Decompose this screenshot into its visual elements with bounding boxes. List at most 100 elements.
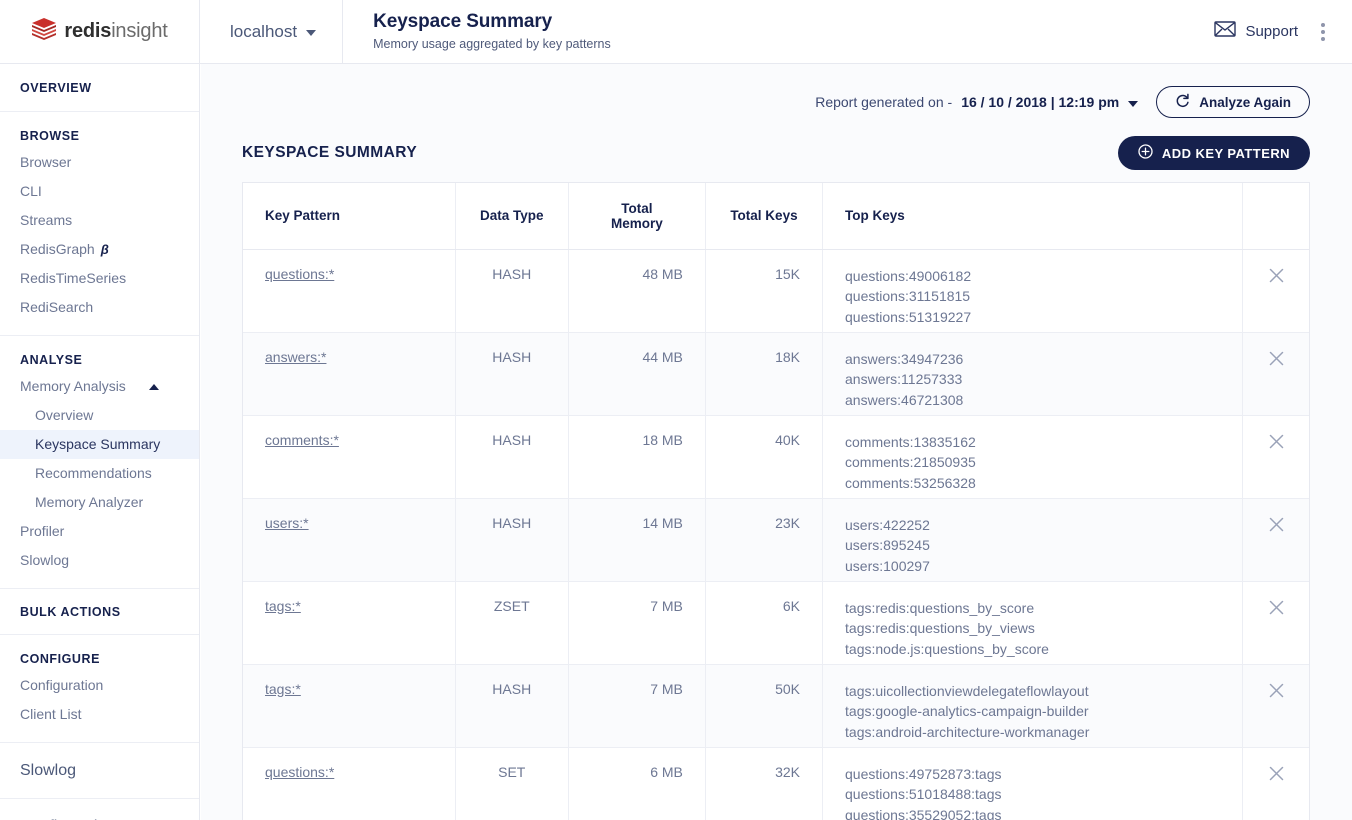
sidebar-item-redisearch[interactable]: RediSearch xyxy=(0,293,199,322)
cell-total-keys: 40K xyxy=(705,415,822,498)
column-header-key-pattern[interactable]: Key Pattern xyxy=(243,183,455,249)
more-vertical-icon[interactable] xyxy=(1312,20,1334,44)
add-key-pattern-label: ADD KEY PATTERN xyxy=(1162,146,1290,161)
cell-key-pattern: tags:* xyxy=(243,581,455,664)
sidebar-item-streams[interactable]: Streams xyxy=(0,206,199,235)
add-key-pattern-button[interactable]: ADD KEY PATTERN xyxy=(1118,136,1310,170)
sidebar-item-memory-analyzer[interactable]: Memory Analyzer xyxy=(0,488,199,517)
brand-light: insight xyxy=(111,20,167,42)
report-date-selector[interactable]: Report generated on - 16 / 10 / 2018 | 1… xyxy=(815,94,1138,110)
brand-cell: redisinsight xyxy=(0,0,200,63)
sidebar-item-label: Profiler xyxy=(20,522,64,541)
sidebar-heading-browse: BROWSE xyxy=(0,126,199,146)
cell-key-pattern: questions:* xyxy=(243,249,455,332)
sidebar-heading-overview[interactable]: OVERVIEW xyxy=(0,78,199,98)
brand-text: redisinsight xyxy=(64,20,167,43)
cell-total-keys: 50K xyxy=(705,664,822,747)
column-header-total-memory[interactable]: Total Memory xyxy=(568,183,705,249)
sidebar-item-recommendations[interactable]: Recommendations xyxy=(0,459,199,488)
close-icon[interactable] xyxy=(1267,432,1286,454)
table-row[interactable]: users:* HASH 14 MB 23K users:422252 user… xyxy=(243,498,1309,581)
table-row[interactable]: tags:* ZSET 7 MB 6K tags:redis:questions… xyxy=(243,581,1309,664)
sidebar-group-configure: CONFIGURE Configuration Client List xyxy=(0,635,199,743)
sidebar-group-bulk-actions: BULK ACTIONS xyxy=(0,589,199,635)
sidebar-item-overview[interactable]: Overview xyxy=(0,401,199,430)
table-row[interactable]: tags:* HASH 7 MB 50K tags:uicollectionvi… xyxy=(243,664,1309,747)
cell-data-type: HASH xyxy=(455,664,568,747)
support-button[interactable]: Support xyxy=(1214,21,1298,42)
sidebar-item-browser[interactable]: Browser xyxy=(0,148,199,177)
cell-total-keys: 18K xyxy=(705,332,822,415)
close-icon[interactable] xyxy=(1267,681,1286,703)
column-header-total-keys[interactable]: Total Keys xyxy=(705,183,822,249)
cell-data-type: HASH xyxy=(455,332,568,415)
table-row[interactable]: questions:* HASH 48 MB 15K questions:490… xyxy=(243,249,1309,332)
table-body: questions:* HASH 48 MB 15K questions:490… xyxy=(243,249,1309,820)
sidebar-item-cli[interactable]: CLI xyxy=(0,177,199,206)
cell-top-keys: answers:34947236 answers:11257333 answer… xyxy=(823,332,1243,415)
column-header-data-type[interactable]: Data Type xyxy=(455,183,568,249)
report-toolbar: Report generated on - 16 / 10 / 2018 | 1… xyxy=(201,64,1352,122)
key-pattern-link[interactable]: answers:* xyxy=(265,349,326,365)
cell-total-keys: 6K xyxy=(705,581,822,664)
sidebar-group-analyse: ANALYSE Memory Analysis Overview Keyspac… xyxy=(0,336,199,589)
column-header-top-keys[interactable]: Top Keys xyxy=(823,183,1243,249)
key-pattern-link[interactable]: users:* xyxy=(265,515,309,531)
sidebar-item-profiler[interactable]: Profiler xyxy=(0,517,199,546)
column-header-delete xyxy=(1243,183,1309,249)
key-pattern-link[interactable]: questions:* xyxy=(265,266,334,282)
sidebar-group-browse: BROWSE Browser CLI Streams RedisGraphβ R… xyxy=(0,112,199,336)
close-icon[interactable] xyxy=(1267,349,1286,371)
cell-data-type: HASH xyxy=(455,249,568,332)
analyze-again-button[interactable]: Analyze Again xyxy=(1156,86,1310,118)
sidebar-item-keyspace-summary[interactable]: Keyspace Summary xyxy=(0,430,199,459)
redis-logo-icon xyxy=(31,17,57,46)
sidebar-item-configuration[interactable]: Configuration xyxy=(0,671,199,700)
support-label: Support xyxy=(1245,23,1298,40)
cell-total-keys: 32K xyxy=(705,747,822,820)
cell-delete xyxy=(1243,498,1309,581)
cell-total-memory: 7 MB xyxy=(568,664,705,747)
sidebar-item-slowlog[interactable]: Slowlog xyxy=(0,546,199,575)
cell-key-pattern: users:* xyxy=(243,498,455,581)
table-row[interactable]: answers:* HASH 44 MB 18K answers:3494723… xyxy=(243,332,1309,415)
sidebar-item-label: Recommendations xyxy=(35,464,152,483)
sidebar-footer-item-slowlog[interactable]: Slowlog xyxy=(0,761,199,781)
close-icon[interactable] xyxy=(1267,266,1286,288)
sidebar-item-redisgraph[interactable]: RedisGraphβ xyxy=(0,235,199,264)
sidebar-item-label: Slowlog xyxy=(20,551,69,570)
cell-delete xyxy=(1243,664,1309,747)
sidebar-item-redistimeseries[interactable]: RedisTimeSeries xyxy=(0,264,199,293)
key-pattern-link[interactable]: tags:* xyxy=(265,598,301,614)
sidebar-item-client-list[interactable]: Client List xyxy=(0,700,199,729)
sidebar-item-label: Streams xyxy=(20,211,72,230)
brand-bold: redis xyxy=(64,20,111,42)
sidebar-footer-slowlog: Slowlog xyxy=(0,743,199,799)
cell-key-pattern: tags:* xyxy=(243,664,455,747)
key-pattern-link[interactable]: tags:* xyxy=(265,681,301,697)
sidebar-heading-configure: CONFIGURE xyxy=(0,649,199,669)
sidebar-item-label: Client List xyxy=(20,705,81,724)
envelope-icon xyxy=(1214,21,1236,42)
table-row[interactable]: questions:* SET 6 MB 32K questions:49752… xyxy=(243,747,1309,820)
chevron-down-icon xyxy=(1128,101,1138,107)
sidebar-heading-bulk-actions[interactable]: BULK ACTIONS xyxy=(0,602,199,622)
close-icon[interactable] xyxy=(1267,764,1286,786)
beta-badge: β xyxy=(101,240,109,259)
key-pattern-link[interactable]: questions:* xyxy=(265,764,334,780)
top-right-actions: Support xyxy=(1214,0,1352,63)
host-selector[interactable]: localhost xyxy=(200,0,343,63)
cell-total-keys: 15K xyxy=(705,249,822,332)
cell-key-pattern: answers:* xyxy=(243,332,455,415)
close-icon[interactable] xyxy=(1267,515,1286,537)
keyspace-table: Key Pattern Data Type Total Memory Total… xyxy=(243,183,1309,820)
close-icon[interactable] xyxy=(1267,598,1286,620)
sidebar-item-memory-analysis[interactable]: Memory Analysis xyxy=(0,372,199,401)
top-bar: redisinsight localhost Keyspace Summary … xyxy=(0,0,1352,64)
sidebar-item-label: Memory Analysis xyxy=(20,377,126,396)
cell-delete xyxy=(1243,249,1309,332)
chevron-up-icon xyxy=(149,384,159,390)
key-pattern-link[interactable]: comments:* xyxy=(265,432,339,448)
app-logo[interactable]: redisinsight xyxy=(31,17,167,46)
table-row[interactable]: comments:* HASH 18 MB 40K comments:13835… xyxy=(243,415,1309,498)
